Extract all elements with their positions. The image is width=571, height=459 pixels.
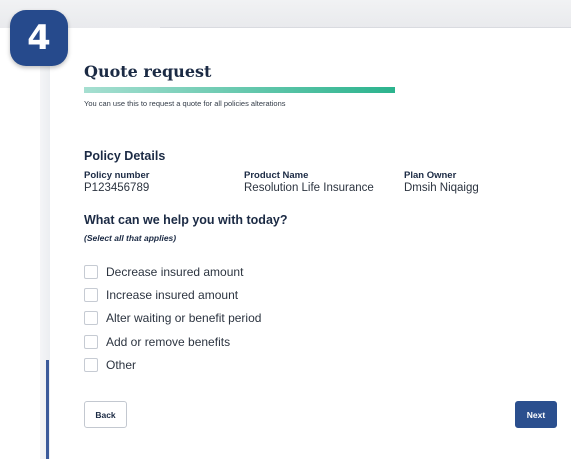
option-label[interactable]: Increase insured amount: [106, 288, 238, 302]
option-label[interactable]: Add or remove benefits: [106, 335, 230, 349]
option-add-remove-benefits[interactable]: Add or remove benefits: [84, 330, 261, 353]
checkbox[interactable]: [84, 357, 98, 372]
option-other[interactable]: Other: [84, 353, 261, 376]
product-name-label: Product Name: [244, 170, 309, 181]
checkbox[interactable]: [84, 287, 98, 302]
page-title: Quote request: [84, 62, 212, 81]
option-alter-waiting-period[interactable]: Alter waiting or benefit period: [84, 307, 261, 330]
plan-owner-field: Plan Owner Dmsih Niqaigg: [404, 170, 479, 194]
plan-owner-label: Plan Owner: [404, 170, 457, 181]
option-decrease-insured-amount[interactable]: Decrease insured amount: [84, 260, 261, 283]
options-list: Decrease insured amount Increase insured…: [84, 260, 261, 376]
checkbox[interactable]: [84, 311, 98, 326]
policy-number-label: Policy number: [84, 170, 150, 181]
top-divider: [160, 27, 571, 28]
option-label[interactable]: Decrease insured amount: [106, 265, 243, 279]
checkbox[interactable]: [84, 334, 98, 349]
step-number: 4: [27, 18, 51, 58]
progress-bar: [84, 87, 395, 93]
option-label[interactable]: Alter waiting or benefit period: [106, 311, 261, 325]
help-question: What can we help you with today?: [84, 213, 288, 227]
product-name-value: Resolution Life Insurance: [244, 182, 374, 194]
policy-number-field: Policy number P123456789: [84, 170, 149, 194]
product-name-field: Product Name Resolution Life Insurance: [244, 170, 374, 194]
policy-details-title: Policy Details: [84, 149, 166, 163]
step-badge: 4: [10, 10, 68, 66]
next-button[interactable]: Next: [515, 401, 557, 428]
page-subtitle: You can use this to request a quote for …: [84, 99, 286, 108]
option-label[interactable]: Other: [106, 358, 136, 372]
back-button[interactable]: Back: [84, 401, 127, 428]
help-hint: (Select all that applies): [84, 233, 177, 243]
left-rail-accent: [46, 360, 49, 459]
plan-owner-value: Dmsih Niqaigg: [404, 182, 479, 194]
progress-fill: [84, 87, 395, 93]
policy-number-value: P123456789: [84, 182, 150, 194]
option-increase-insured-amount[interactable]: Increase insured amount: [84, 283, 261, 306]
browser-top-strip: [0, 0, 571, 28]
checkbox[interactable]: [84, 264, 98, 279]
